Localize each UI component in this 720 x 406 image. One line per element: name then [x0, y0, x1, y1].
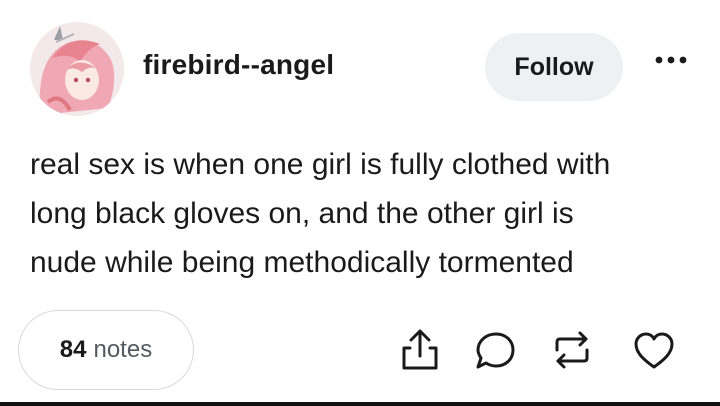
follow-button[interactable]: Follow [485, 33, 623, 101]
avatar-image [30, 22, 124, 116]
reply-bubble-icon[interactable] [471, 326, 519, 374]
avatar[interactable] [30, 22, 124, 116]
post-body: real sex is when one girl is fully cloth… [30, 140, 690, 287]
post-body-line: nude while being methodically tormented [30, 246, 574, 279]
post-body-line: long black gloves on, and the other girl… [30, 197, 574, 230]
heart-icon[interactable] [630, 326, 678, 374]
more-options-icon[interactable] [650, 46, 692, 74]
reblog-icon[interactable] [548, 326, 596, 374]
share-icon[interactable] [396, 326, 444, 374]
notes-label: notes [93, 336, 153, 363]
post-body-line: real sex is when one girl is fully cloth… [30, 148, 611, 181]
notes-count: 84 [59, 336, 87, 363]
notes-button[interactable]: 84 notes [18, 310, 194, 390]
bottom-border [0, 402, 720, 406]
post-username[interactable]: firebird--angel [143, 49, 334, 81]
